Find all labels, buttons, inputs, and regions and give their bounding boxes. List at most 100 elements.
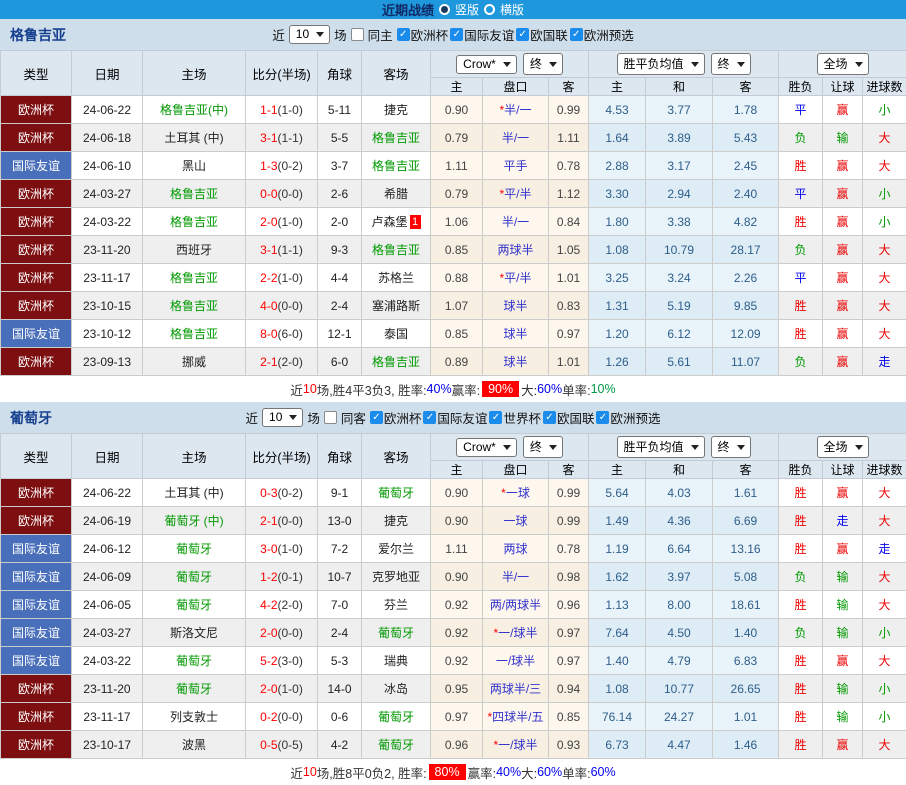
col-odds-away: 客 [549,78,589,96]
fullmatch-dropdown[interactable]: 全场 [817,53,869,75]
match-row: 欧洲杯23-11-20西班牙3-1(1-1)9-3格鲁吉亚0.85两球半1.05… [1,236,906,264]
checkbox-icon[interactable] [516,28,529,41]
league-filter[interactable]: 欧洲预选 [570,25,634,44]
checkbox-icon[interactable] [570,28,583,41]
result-goals: 走 [863,535,906,563]
match-type-badge: 欧洲杯 [1,124,72,152]
home-team-name: 黑山 [182,159,206,173]
crow-home-odds: 0.92 [431,619,483,647]
crow-away-odds: 0.98 [549,563,589,591]
section-summary: 近10场,胜4平3负3, 胜率:40% 赢率: 90% 大:60% 单率:10% [0,376,906,402]
home-team-name: 葡萄牙 [176,598,212,612]
home-team: 挪威 [143,348,246,376]
result-handicap: 赢 [823,647,863,675]
league-filter[interactable]: 欧洲杯 [397,25,449,44]
same-venue-checkbox[interactable] [351,28,364,41]
home-team-name: 土耳其 (中) [164,486,223,500]
vertical-layout-label[interactable]: 竖版 [455,1,479,18]
match-type-badge: 国际友谊 [1,619,72,647]
bookmaker-dropdown[interactable]: Crow* [456,55,517,74]
league-filter[interactable]: 欧国联 [543,408,595,427]
match-count-dropdown[interactable]: 10 [289,25,330,44]
league-label: 欧洲预选 [584,25,634,44]
checkbox-icon[interactable] [370,411,383,424]
halftime-score: (1-0) [278,682,303,696]
summary-segment: 单率: [562,380,590,399]
fulltime-score: 2-0 [260,682,277,696]
star-mark: * [493,738,498,752]
same-venue-checkbox[interactable] [324,411,337,424]
avg-draw-odds: 5.61 [646,348,713,376]
same-venue-label[interactable]: 同主 [368,25,393,44]
fulltime-score: 8-0 [260,327,277,341]
checkbox-icon[interactable] [543,411,556,424]
horizontal-layout-radio[interactable] [484,4,495,15]
fulltime-score: 3-1 [260,131,277,145]
avg-home-odds: 1.19 [589,535,646,563]
col-handicap: 盘口 [483,78,549,96]
crow-home-odds: 0.95 [431,675,483,703]
match-date: 24-03-22 [72,208,143,236]
match-type-badge: 欧洲杯 [1,731,72,759]
result-handicap: 赢 [823,180,863,208]
avg-draw-odds: 6.64 [646,535,713,563]
avg-odds-dropdown[interactable]: 胜平负均值 [617,436,705,458]
league-filter[interactable]: 欧国联 [516,25,568,44]
league-filter[interactable]: 国际友谊 [450,25,514,44]
halftime-score: (1-0) [278,542,303,556]
match-date: 24-06-18 [72,124,143,152]
match-count-dropdown[interactable]: 10 [262,408,303,427]
fullmatch-dropdown[interactable]: 全场 [817,436,869,458]
result-goals: 大 [863,479,906,507]
filter-bar: 近 10 场 同客 欧洲杯国际友谊世界杯欧国联欧洲预选 [246,408,661,427]
home-team-name: 波黑 [182,738,206,752]
horizontal-layout-label[interactable]: 横版 [500,1,524,18]
result-handicap: 赢 [823,320,863,348]
col-avg-away: 客 [713,461,779,479]
col-type: 类型 [1,51,72,96]
same-venue-label[interactable]: 同客 [341,408,366,427]
crow-home-odds: 0.79 [431,124,483,152]
final-odds-dropdown[interactable]: 终 [523,53,563,75]
fulltime-score: 1-2 [260,570,277,584]
match-type-badge: 欧洲杯 [1,180,72,208]
final-odds-dropdown[interactable]: 终 [523,436,563,458]
away-team: 芬兰 [362,591,431,619]
result-handicap: 赢 [823,264,863,292]
halftime-score: (0-0) [278,626,303,640]
final-avg-dropdown[interactable]: 终 [711,53,751,75]
league-filter[interactable]: 世界杯 [489,408,541,427]
col-goals: 进球数 [863,78,906,96]
checkbox-icon[interactable] [423,411,436,424]
match-date: 23-10-12 [72,320,143,348]
avg-draw-odds: 8.00 [646,591,713,619]
avg-odds-dropdown[interactable]: 胜平负均值 [617,53,705,75]
avg-home-odds: 4.53 [589,96,646,124]
league-filter[interactable]: 欧洲预选 [596,408,660,427]
avg-home-odds: 76.14 [589,703,646,731]
summary-segment: 大: [521,380,537,399]
avg-draw-odds: 4.47 [646,731,713,759]
checkbox-icon[interactable] [596,411,609,424]
home-team: 葡萄牙 [143,647,246,675]
checkbox-icon[interactable] [489,411,502,424]
avg-home-odds: 2.88 [589,152,646,180]
checkbox-icon[interactable] [450,28,463,41]
league-filter[interactable]: 国际友谊 [423,408,487,427]
avg-group-header: 胜平负均值终 [589,434,779,461]
final-avg-dropdown[interactable]: 终 [711,436,751,458]
star-mark: * [487,710,492,724]
away-team: 葡萄牙 [362,619,431,647]
checkbox-icon[interactable] [397,28,410,41]
away-team-name: 爱尔兰 [378,542,414,556]
score: 0-0(0-0) [246,180,318,208]
bookmaker-dropdown[interactable]: Crow* [456,438,517,457]
home-team-name: 格鲁吉亚 [170,215,218,229]
league-filter[interactable]: 欧洲杯 [370,408,422,427]
vertical-layout-radio[interactable] [439,4,450,15]
handicap-line: 一/球半 [483,647,549,675]
score: 3-1(1-1) [246,124,318,152]
home-team: 格鲁吉亚 [143,320,246,348]
result-handicap: 走 [823,507,863,535]
result-outcome: 胜 [779,535,823,563]
